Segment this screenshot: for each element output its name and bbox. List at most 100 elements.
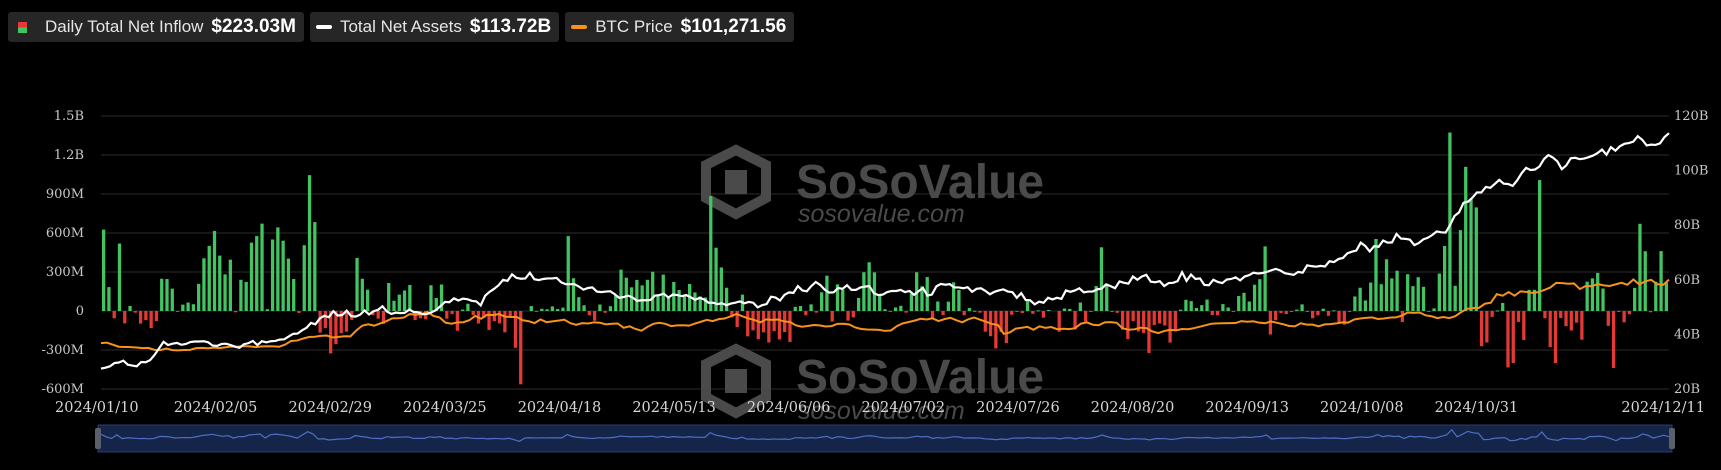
inflow-bar[interactable] (1559, 311, 1563, 319)
inflow-bar[interactable] (656, 295, 660, 311)
inflow-bar[interactable] (1469, 199, 1473, 311)
inflow-bar[interactable] (825, 275, 829, 311)
inflow-bar[interactable] (1633, 287, 1637, 311)
inflow-bar[interactable] (133, 311, 137, 313)
inflow-bar[interactable] (1617, 311, 1621, 312)
inflow-bar[interactable] (1543, 311, 1547, 319)
inflow-bar[interactable] (360, 278, 364, 311)
inflow-bar[interactable] (1416, 277, 1420, 311)
inflow-bar[interactable] (503, 311, 507, 333)
inflow-bar[interactable] (1358, 287, 1362, 311)
inflow-bar[interactable] (587, 311, 591, 316)
inflow-bar[interactable] (191, 304, 196, 311)
inflow-bar[interactable] (1395, 270, 1399, 311)
inflow-bar[interactable] (1274, 311, 1278, 321)
inflow-bar[interactable] (318, 311, 322, 333)
inflow-bar[interactable] (1553, 311, 1558, 363)
inflow-bar[interactable] (1490, 311, 1494, 317)
inflow-bar[interactable] (1004, 311, 1009, 343)
inflow-bar[interactable] (1210, 311, 1214, 316)
inflow-bar[interactable] (244, 282, 248, 311)
inflow-bar[interactable] (149, 311, 153, 329)
inflow-bar[interactable] (804, 311, 808, 316)
inflow-bar[interactable] (1522, 311, 1526, 340)
inflow-bar[interactable] (450, 311, 454, 315)
inflow-bar[interactable] (1432, 308, 1436, 311)
inflow-bar[interactable] (270, 239, 275, 312)
inflow-bar[interactable] (260, 223, 264, 311)
inflow-bar[interactable] (1638, 223, 1642, 311)
inflow-bar[interactable] (888, 311, 892, 312)
inflow-bar[interactable] (820, 292, 824, 311)
inflow-bar[interactable] (249, 242, 254, 311)
inflow-bar[interactable] (365, 289, 370, 311)
inflow-bar[interactable] (994, 311, 998, 349)
inflow-bar[interactable] (809, 304, 813, 311)
inflow-bar[interactable] (1379, 284, 1383, 311)
inflow-bar[interactable] (561, 307, 565, 311)
inflow-bar[interactable] (1252, 284, 1257, 311)
inflow-bar[interactable] (323, 311, 328, 329)
inflow-bar[interactable] (967, 308, 972, 311)
inflow-bar[interactable] (1511, 311, 1515, 363)
inflow-bar[interactable] (170, 288, 174, 311)
inflow-bar[interactable] (281, 240, 285, 311)
inflow-bar[interactable] (635, 279, 639, 311)
inflow-bar[interactable] (1078, 302, 1082, 311)
inflow-bar[interactable] (862, 272, 866, 311)
inflow-bar[interactable] (1184, 299, 1188, 311)
inflow-bar[interactable] (899, 305, 903, 311)
inflow-bar[interactable] (788, 311, 792, 342)
inflow-bar[interactable] (1495, 310, 1500, 312)
inflow-bar[interactable] (397, 294, 401, 311)
inflow-bar[interactable] (218, 255, 222, 311)
inflow-bar[interactable] (1437, 273, 1441, 311)
inflow-bar[interactable] (1606, 311, 1610, 326)
inflow-bar[interactable] (1015, 311, 1019, 312)
inflow-bar[interactable] (582, 305, 586, 311)
inflow-bar[interactable] (519, 311, 523, 385)
inflow-bar[interactable] (160, 278, 164, 311)
inflow-bar[interactable] (1189, 301, 1193, 311)
inflow-bar[interactable] (1036, 310, 1040, 312)
inflow-bar[interactable] (1337, 311, 1341, 323)
inflow-bar[interactable] (1474, 207, 1478, 311)
inflow-bar[interactable] (550, 306, 555, 311)
inflow-bar[interactable] (883, 309, 887, 311)
inflow-bar[interactable] (1574, 311, 1579, 323)
inflow-bar[interactable] (1168, 311, 1172, 343)
range-navigator[interactable] (95, 424, 1675, 453)
inflow-bar[interactable] (846, 311, 850, 321)
inflow-bar[interactable] (714, 247, 718, 311)
inflow-bar[interactable] (307, 175, 312, 311)
inflow-bar[interactable] (223, 274, 227, 311)
inflow-bar[interactable] (936, 301, 940, 311)
inflow-bar[interactable] (577, 297, 581, 311)
inflow-bar[interactable] (1215, 311, 1220, 316)
inflow-bar[interactable] (233, 311, 238, 313)
inflow-bar[interactable] (154, 311, 159, 322)
inflow-bar[interactable] (767, 311, 771, 343)
inflow-bar[interactable] (128, 305, 132, 311)
inflow-bar[interactable] (693, 292, 697, 311)
inflow-bar[interactable] (1131, 311, 1135, 322)
inflow-bar[interactable] (1163, 311, 1167, 326)
inflow-bar[interactable] (672, 282, 676, 311)
inflow-bar[interactable] (138, 311, 143, 324)
inflow-bar[interactable] (1479, 311, 1484, 347)
inflow-bar[interactable] (619, 269, 623, 311)
inflow-bar[interactable] (1157, 311, 1162, 324)
inflow-bar[interactable] (1411, 286, 1415, 311)
inflow-bar[interactable] (851, 311, 855, 318)
inflow-bar[interactable] (207, 245, 211, 311)
inflow-bar[interactable] (202, 258, 206, 311)
inflow-bar[interactable] (1147, 311, 1151, 353)
inflow-bar[interactable] (1427, 311, 1431, 312)
inflow-bar[interactable] (534, 311, 539, 312)
inflow-bar[interactable] (1580, 311, 1584, 340)
inflow-bar[interactable] (566, 236, 570, 311)
inflow-bar[interactable] (1179, 309, 1183, 311)
inflow-bar[interactable] (1295, 309, 1299, 311)
inflow-bar[interactable] (239, 279, 243, 311)
inflow-bar[interactable] (497, 311, 502, 324)
